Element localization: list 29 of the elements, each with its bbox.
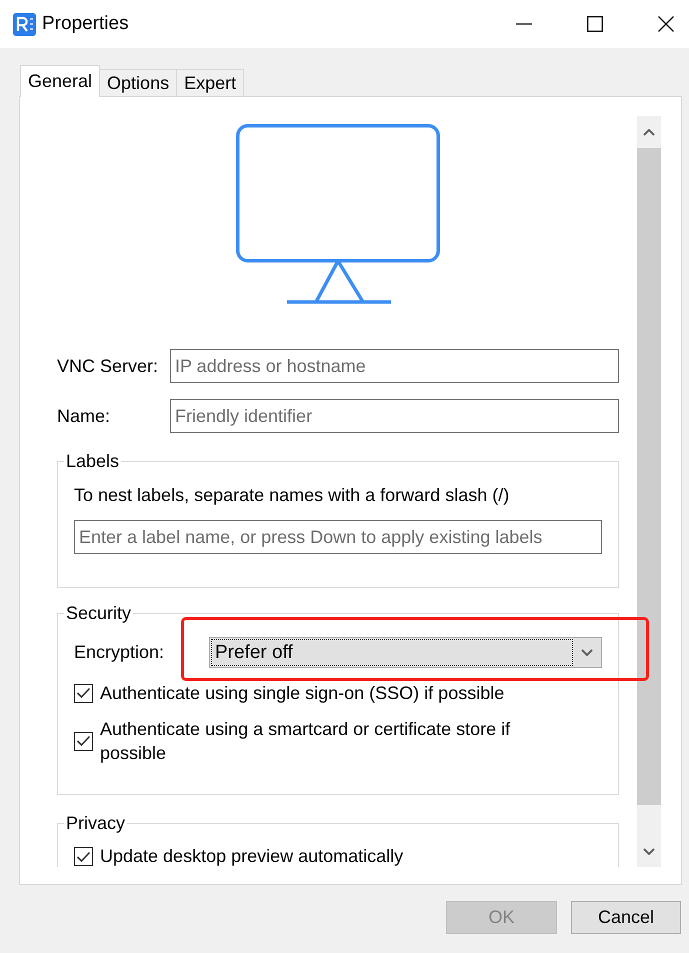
tab[interactable]: General xyxy=(20,65,100,97)
checkbox[interactable] xyxy=(74,684,93,702)
close-icon xyxy=(658,16,674,32)
chevron-down-icon xyxy=(581,649,593,656)
chevron-down-icon xyxy=(643,848,655,854)
monitor-icon xyxy=(236,124,440,304)
label-input-field[interactable]: Enter a label name, or press Down to apply existing labels xyxy=(74,520,602,554)
chevron-up-icon xyxy=(643,128,655,136)
maximize-icon xyxy=(587,16,603,32)
field-label: VNC Server: xyxy=(57,356,160,376)
window-title: Properties xyxy=(42,12,129,36)
group-title: Privacy xyxy=(65,813,126,834)
checkbox[interactable] xyxy=(74,847,93,866)
text-field[interactable]: IP address or hostname xyxy=(170,349,619,383)
checkbox-label[interactable]: Authenticate using single sign-on (SSO) if possible xyxy=(100,681,504,705)
encryption-dropdown[interactable]: Prefer off xyxy=(209,637,602,668)
tab[interactable]: Expert xyxy=(176,69,244,97)
checkbox-label[interactable]: Update desktop preview automatically xyxy=(100,846,404,867)
checkbox[interactable] xyxy=(74,732,93,750)
minimize-icon xyxy=(516,23,532,25)
field-label: Name: xyxy=(57,406,112,426)
app-logo-icon xyxy=(13,12,36,36)
group-title: Labels xyxy=(65,451,120,472)
hint-text: To nest labels, separate names with a forward slash (/) xyxy=(74,485,510,506)
checkbox-label[interactable]: Authenticate using a smartcard or certificate store if possible xyxy=(100,717,570,765)
text-field[interactable]: Friendly identifier xyxy=(170,399,619,433)
field-label: Encryption: xyxy=(74,642,166,663)
cancel-button[interactable]: Cancel xyxy=(571,901,681,934)
group-title: Security xyxy=(65,603,132,624)
